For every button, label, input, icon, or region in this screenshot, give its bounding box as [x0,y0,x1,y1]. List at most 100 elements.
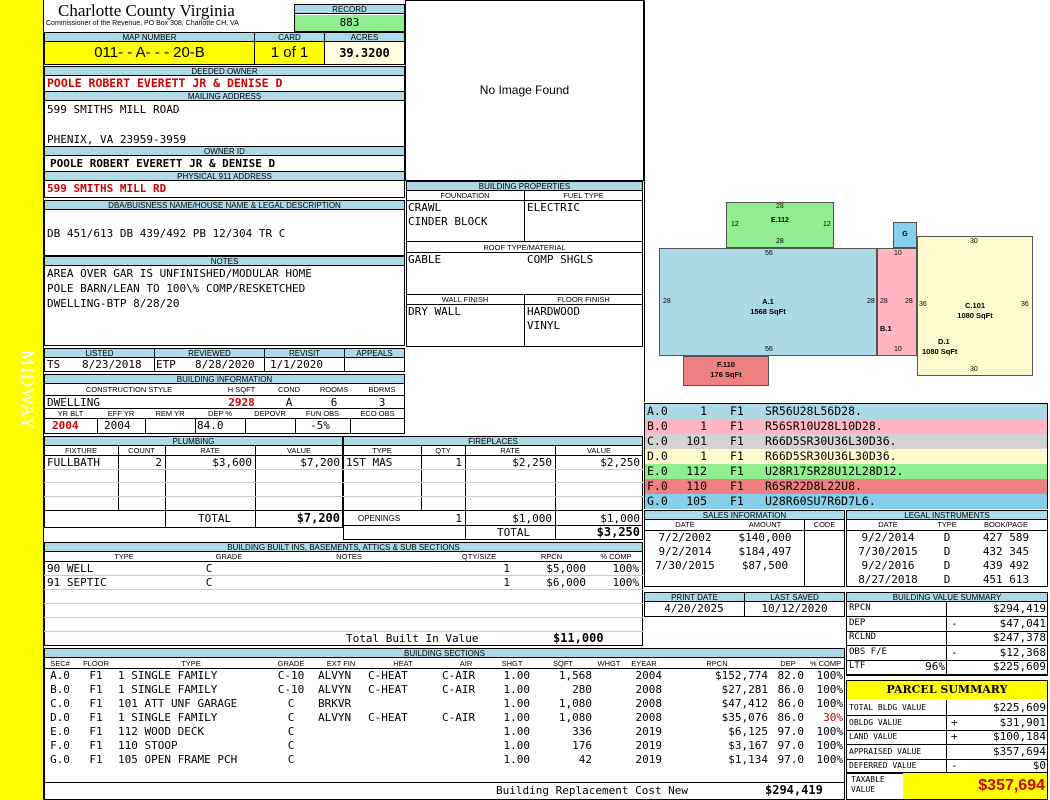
section-header: WHGT [597,659,621,668]
sketch-section-c: C.101 1080 SqFt D.1 1080 SqFt [917,236,1033,376]
legal-cell: D [943,531,951,544]
built-in-total-label: Total Built In Value [346,632,479,645]
section-cell: C [287,697,295,710]
parcel-label: DEFERRED VALUE [849,761,917,770]
sketch-area-label: 176 SqFt [710,370,742,379]
section-cell: C-HEAT [368,683,408,696]
plumbing-header: FIXTURE [64,446,98,455]
fireplaces-header: QTY [435,446,451,455]
sketch-label: A.1 [762,297,774,306]
section-cell: 86.0 [777,697,805,710]
notes-line: POLE BARN/LEAN TO 100\% COMP/RESKETCHED [47,282,306,295]
section-header: EYEAR [631,659,657,668]
sales-cell: 9/2/2014 [658,545,712,558]
vector-floor: F1 [730,449,744,463]
fireplaces-cell: 1 [455,456,462,469]
notes-line: AREA OVER GAR IS UNFINISHED/MODULAR HOME [47,267,312,280]
parcel-title: PARCEL SUMMARY [847,681,1047,699]
built-in-cell: C [205,576,213,589]
wall-label: WALL FINISH [441,295,489,304]
sketch-label: F.110 [717,360,735,369]
built-ins-header: % COMP [600,552,632,561]
sketch-label: C.101 [964,301,985,310]
section-cell: C-HEAT [368,711,408,724]
section-cell: $27,281 [721,683,768,696]
legal-cell: 9/2/2016 [861,559,915,572]
openings-qty: 1 [455,512,462,525]
section-cell: $152,774 [715,669,768,682]
section-cell: C-AIR [442,683,476,696]
value-label: RCLND [849,632,877,642]
section-cell: ALVYN [318,669,352,682]
commissioner-line: Commissioner of the Revenue, PO Box 308,… [46,20,239,27]
vector-code: SR56U28L56D28. [765,404,862,418]
section-cell: 280 [572,683,592,696]
section-cell: 112 WOOD DECK [118,725,205,738]
vector-list: A.0 1 F1 SR56U28L56D28. B.0 1 F1 R56SR10U28L10D… [644,403,1048,509]
sales-cell: $184,497 [738,545,792,558]
section-header: HEAT [393,659,413,668]
built-ins-header: TYPE [114,552,134,561]
section-cell: 2019 [635,739,663,752]
dim-label: 30 [970,238,978,245]
sketch-section-g: G [893,222,917,248]
openings-rate: $1,000 [512,512,552,525]
map-number-value: 011- - A- - - 20-B [44,41,255,65]
section-cell: $47,412 [721,697,768,710]
plumbing-header: RATE [200,446,220,455]
foundation-label: FOUNDATION [440,191,490,200]
section-cell: 101 ATT UNF GARAGE [118,697,238,710]
parcel-value: $225,609 [993,701,1046,714]
vector-row: D.0 1 F1 R66D5SR30U36L30D36. [645,449,1047,464]
sidebar-label: MIDWAY [18,350,38,431]
county-title: Charlotte County Virginia [58,1,235,20]
card-value: 1 of 1 [254,41,325,65]
foundation-value: CINDER BLOCK [408,215,488,228]
vector-row: C.0 101 F1 R66D5SR30U36L30D36. [645,434,1047,449]
section-cell: F1 [89,669,103,682]
section-cell: $1,134 [728,753,768,766]
dim-label: 36 [1021,301,1029,308]
sidebar: MIDWAY [0,0,44,800]
vector-code: R66D5SR30U36L30D36. [765,449,897,463]
section-cell: 97.0 [777,753,805,766]
sketch-area-label: 1080 SqFt [957,311,993,320]
vector-row: A.0 1 F1 SR56U28L56D28. [645,404,1047,419]
section-header: FLOOR [83,659,109,668]
value-amount: $225,609 [993,660,1046,673]
mailing-line1: 599 SMITHS MILL ROAD [47,103,180,116]
sales-header: AMOUNT [748,520,782,529]
legal-header: TYPE [937,520,957,529]
fuel-value: ELECTRIC [527,201,580,214]
plumbing-total-label: TOTAL [198,512,232,525]
built-ins-title: BUILDING BUILT INS, BASEMENTS, ATTICS & … [44,542,643,552]
section-cell: 2008 [635,711,663,724]
legal-cell: 427 589 [982,531,1030,544]
section-cell: G.0 [50,753,70,766]
yrblt-value: 2004 [52,419,79,432]
vector-num: 1 [700,419,707,433]
rooms-label: ROOMS [319,385,349,394]
value-label: LTF [849,661,866,671]
value-amount: $247,378 [993,631,1046,644]
parcel-label: OBLDG VALUE [849,717,902,727]
record-box: RECORD 883 [294,4,405,32]
dep-value: 84.0 [197,419,224,432]
vector-row: B.0 1 F1 R56SR10U28L10D28. [645,419,1047,434]
sales-title: SALES INFORMATION [644,510,845,520]
vector-sec: B.0 [647,419,668,433]
roof-material: COMP SHGLS [527,253,594,266]
reviewed-by: ETP [156,358,176,371]
section-header: DEP [780,659,796,668]
vector-num: 112 [686,464,707,478]
section-cell: 1.00 [503,669,531,682]
mailing-line2: PHENIX, VA 23959-3959 [47,133,187,146]
dim-label: 28 [663,298,671,305]
section-cell: 100% [816,753,844,766]
plumbing-header: VALUE [286,446,312,455]
no-image-text: No Image Found [479,83,570,97]
listed-by: TS [47,358,61,371]
dim-label: 56 [765,346,773,353]
value-label: DEP [849,617,866,628]
built-ins-header: GRADE [215,552,243,561]
